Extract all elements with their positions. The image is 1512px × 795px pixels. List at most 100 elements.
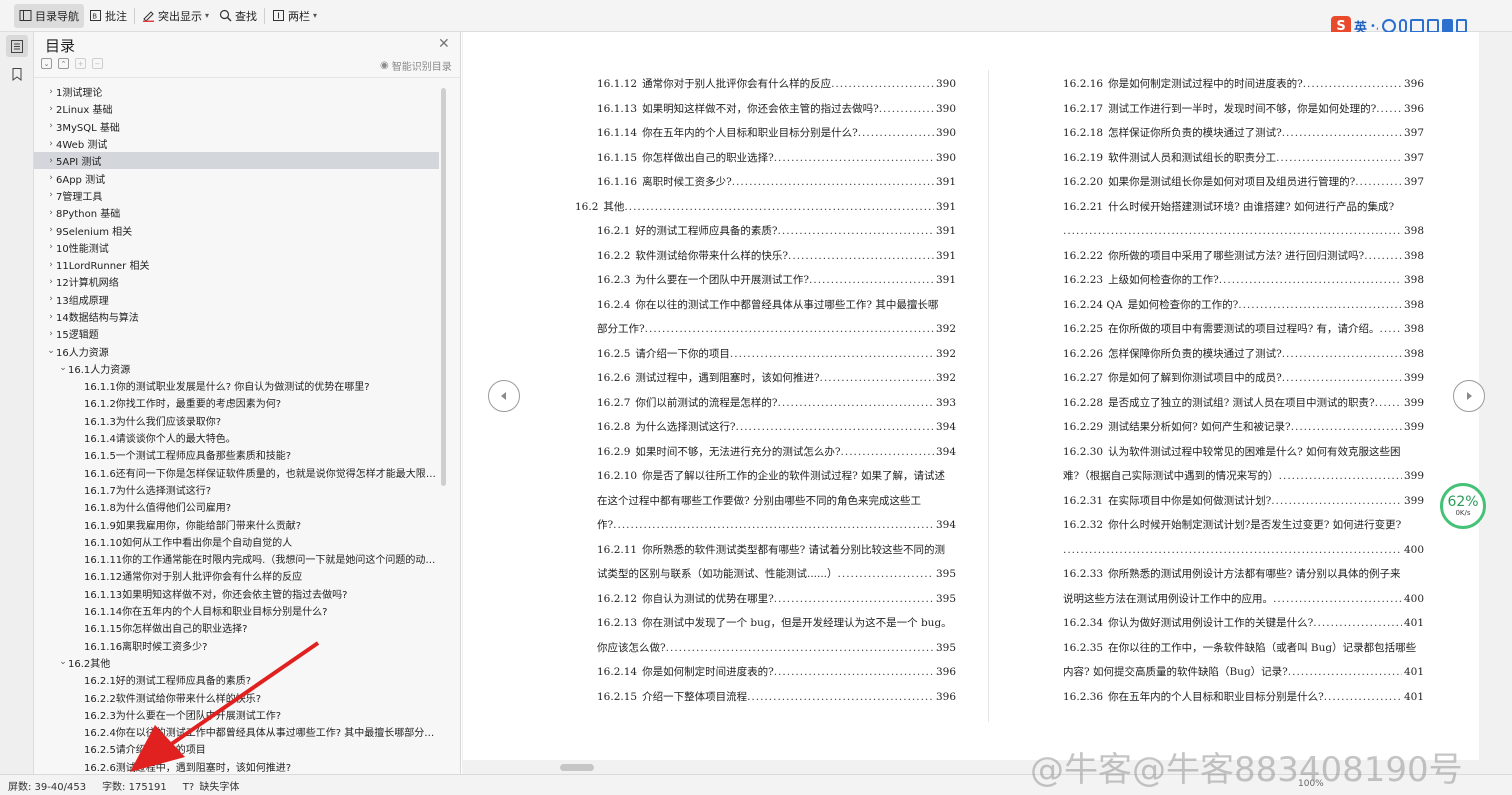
toc-tree-item[interactable]: › 11LordRunner 相关	[34, 256, 439, 273]
chevron-right-icon[interactable]: ›	[46, 156, 56, 166]
toc-tree-item[interactable]: › 9Selenium 相关	[34, 221, 439, 238]
punctuation-icon[interactable]: •,	[1370, 21, 1379, 32]
toc-entry[interactable]: 16.2.28 是否成立了独立的测试组? 测试人员在项目中测试的职责?......…	[1063, 391, 1424, 416]
toc-entry[interactable]: 16.2.18 怎样保证你所负责的模块通过了测试?................…	[1063, 121, 1424, 146]
toc-tree-item[interactable]: 16.2.2软件测试给你带来什么样的快乐?	[34, 688, 439, 705]
toc-tree-item[interactable]: ⌄ 16人力资源	[34, 342, 439, 359]
toc-tree-item[interactable]: › 3MySQL 基础	[34, 118, 439, 135]
close-icon[interactable]: ✕	[438, 36, 450, 52]
highlight-button[interactable]: 突出显示 ▾	[137, 4, 214, 28]
toc-entry[interactable]: 16.2.5 请介绍一下你的项目.........................…	[575, 342, 956, 367]
voice-icon[interactable]	[1399, 19, 1408, 33]
toc-tree-item[interactable]: › 7管理工具	[34, 187, 439, 204]
toc-tree-item[interactable]: › 4Web 测试	[34, 135, 439, 152]
two-column-button[interactable]: 两栏 ▾	[267, 4, 322, 28]
next-page-button[interactable]	[1453, 380, 1485, 412]
skin-icon[interactable]	[1442, 19, 1454, 33]
annotate-button[interactable]: B 批注	[84, 4, 132, 28]
toc-tree-item[interactable]: 16.1.8为什么值得他们公司雇用?	[34, 498, 439, 515]
toc-tree-item[interactable]: 16.1.1你的测试职业发展是什么? 你自认为做测试的优势在哪里?	[34, 377, 439, 394]
bookmark-rail-button[interactable]	[6, 63, 28, 85]
network-speed-widget[interactable]: 62% 0K/s	[1440, 483, 1486, 529]
toc-entry[interactable]: 16.2.4 你在以往的测试工作中都曾经具体从事过哪些工作? 其中最擅长哪	[575, 293, 956, 318]
collapse-all-icon[interactable]: ⌃	[58, 58, 69, 69]
toc-entry[interactable]: 16.2.16 你是如何制定测试过程中的时间进度表的?..............…	[1063, 72, 1424, 97]
toc-entry[interactable]: 内容? 如何提交高质量的软件缺陷（Bug）记录?................…	[1063, 660, 1424, 685]
chevron-right-icon[interactable]: ›	[46, 208, 56, 218]
toc-rail-button[interactable]	[6, 35, 28, 57]
toc-tree-item[interactable]: 16.1.7为什么选择测试这行?	[34, 481, 439, 498]
toc-tree-item[interactable]: › 12计算机网络	[34, 273, 439, 290]
toc-entry[interactable]: 16.2.10 你是否了解以往所工作的企业的软件测试过程? 如果了解，请试述	[575, 464, 956, 489]
toc-entry[interactable]: 说明这些方法在测试用例设计工作中的应用。....................…	[1063, 587, 1424, 612]
remove-entry-icon[interactable]: −	[92, 58, 103, 69]
chevron-right-icon[interactable]: ›	[46, 312, 56, 322]
toc-tree-item[interactable]: 16.1.13如果明知这样做不对，你还会依主管的指过去做吗?	[34, 585, 439, 602]
toc-tree-item[interactable]: ⌄ 16.2其他	[34, 654, 439, 671]
prev-page-button[interactable]	[488, 380, 520, 412]
toc-entry[interactable]: 16.2.7 你们以前测试的流程是怎样的?....................…	[575, 391, 956, 416]
toc-entry[interactable]: 16.2 其他..................................…	[575, 195, 956, 220]
chevron-right-icon[interactable]: ›	[46, 190, 56, 200]
chevron-right-icon[interactable]: ›	[46, 139, 56, 149]
toc-entry[interactable]: 16.1.13 如果明知这样做不对，你还会依主管的指过去做吗?..........…	[575, 97, 956, 122]
toc-tree-item[interactable]: › 10性能测试	[34, 239, 439, 256]
toc-entry[interactable]: 在这个过程中都有哪些工作要做? 分别由哪些不同的角色来完成这些工	[575, 489, 956, 514]
chevron-right-icon[interactable]: ›	[46, 260, 56, 270]
toc-entry[interactable]: 16.2.21 什么时候开始搭建测试环境? 由谁搭建? 如何进行产品的集成?	[1063, 195, 1424, 220]
toc-entry[interactable]: ........................................…	[1063, 219, 1424, 244]
toc-entry[interactable]: 16.2.14 你是如何制定时间进度表的?....................…	[575, 660, 956, 685]
chevron-right-icon[interactable]: ›	[46, 225, 56, 235]
toc-tree-item[interactable]: 16.1.12通常你对于别人批评你会有什么样的反应	[34, 567, 439, 584]
chevron-down-icon[interactable]: ⌄	[58, 363, 68, 373]
toc-entry[interactable]: 16.2.24 QA 是如何检查你的工作的?...................…	[1063, 293, 1424, 318]
smart-recognize-button[interactable]: ◉ 智能识别目录	[380, 58, 452, 73]
chevron-down-icon[interactable]: ⌄	[46, 346, 56, 356]
toc-tree-item[interactable]: 16.1.5一个测试工程师应具备那些素质和技能?	[34, 446, 439, 463]
chevron-right-icon[interactable]: ›	[46, 242, 56, 252]
toc-tree-item[interactable]: 16.2.1好的测试工程师应具备的素质?	[34, 671, 439, 688]
toc-entry[interactable]: 作?......................................…	[575, 513, 956, 538]
toc-entry[interactable]: 16.2.13 你在测试中发现了一个 bug，但是开发经理认为这不是一个 bug。	[575, 611, 956, 636]
toc-entry[interactable]: 16.2.31 在实际项目中你是如何做测试计划?.................…	[1063, 489, 1424, 514]
toc-tree-item[interactable]: ⌄ 16.1人力资源	[34, 360, 439, 377]
toc-entry[interactable]: 16.1.14 你在五年内的个人目标和职业目标分别是什么?............…	[575, 121, 956, 146]
missing-font-button[interactable]: T? 缺失字体	[175, 778, 248, 793]
toc-tree-item[interactable]: › 14数据结构与算法	[34, 308, 439, 325]
chevron-right-icon[interactable]: ›	[46, 329, 56, 339]
toc-entry[interactable]: 16.2.33 你所熟悉的测试用例设计方法都有哪些? 请分别以具体的例子来	[1063, 562, 1424, 587]
toc-entry[interactable]: 16.2.35 在你以往的工作中，一条软件缺陷（或者叫 Bug）记录都包括哪些	[1063, 636, 1424, 661]
toc-tree-item[interactable]: 16.1.2你找工作时，最重要的考虑因素为何?	[34, 394, 439, 411]
toc-entry[interactable]: 16.2.3 为什么要在一个团队中开展测试工作?.................…	[575, 268, 956, 293]
add-entry-icon[interactable]: +	[75, 58, 86, 69]
toc-entry[interactable]: 16.2.2 软件测试给你带来什么样的快乐?...................…	[575, 244, 956, 269]
toc-entry[interactable]: 16.2.22 你所做的项目中采用了哪些测试方法? 进行回归测试吗?.......…	[1063, 244, 1424, 269]
chevron-right-icon[interactable]: ›	[46, 104, 56, 114]
toc-entry[interactable]: 16.2.25 在你所做的项目中有需要测试的项目过程吗? 有，请介绍。......…	[1063, 317, 1424, 342]
toc-tree-item[interactable]: 16.1.14你在五年内的个人目标和职业目标分别是什么?	[34, 602, 439, 619]
chevron-right-icon[interactable]: ›	[46, 173, 56, 183]
chevron-right-icon[interactable]: ›	[46, 121, 56, 131]
toc-entry[interactable]: ........................................…	[1063, 538, 1424, 563]
toc-tree-item[interactable]: › 2Linux 基础	[34, 100, 439, 117]
chevron-right-icon[interactable]: ›	[46, 294, 56, 304]
toc-entry[interactable]: 16.2.17 测试工作进行到一半时，发现时间不够，你是如何处理的?.......…	[1063, 97, 1424, 122]
toc-scrollbar[interactable]	[441, 88, 446, 486]
toc-entry[interactable]: 16.2.11 你所熟悉的软件测试类型都有哪些? 请试着分别比较这些不同的测	[575, 538, 956, 563]
toc-tree-item[interactable]: 16.1.15你怎样做出自己的职业选择?	[34, 619, 439, 636]
toc-tree-item[interactable]: 16.1.3为什么我们应该录取你?	[34, 412, 439, 429]
toc-entry[interactable]: 16.1.15 你怎样做出自己的职业选择?....................…	[575, 146, 956, 171]
toc-entry[interactable]: 难?（根据自己实际测试中遇到的情况来写的）...................…	[1063, 464, 1424, 489]
toc-tree-item[interactable]: 16.1.4请谈谈你个人的最大特色。	[34, 429, 439, 446]
scroll-thumb[interactable]	[560, 764, 594, 771]
chevron-down-icon[interactable]: ⌄	[58, 657, 68, 667]
toolbox-icon[interactable]	[1427, 19, 1440, 33]
toc-tree-item[interactable]: › 13组成原理	[34, 291, 439, 308]
toc-nav-button[interactable]: 目录导航	[14, 3, 84, 28]
toc-tree-item[interactable]: › 15逻辑题	[34, 325, 439, 342]
toc-entry[interactable]: 16.2.27 你是如何了解到你测试项目中的成员?................…	[1063, 366, 1424, 391]
toc-entry[interactable]: 16.2.32 你什么时候开始制定测试计划?是否发生过变更? 如何进行变更?	[1063, 513, 1424, 538]
toc-entry[interactable]: 16.2.29 测试结果分析如何? 如何产生和被记录?..............…	[1063, 415, 1424, 440]
toc-tree-item[interactable]: 16.2.3为什么要在一个团队中开展测试工作?	[34, 706, 439, 723]
find-button[interactable]: 查找	[214, 4, 262, 28]
